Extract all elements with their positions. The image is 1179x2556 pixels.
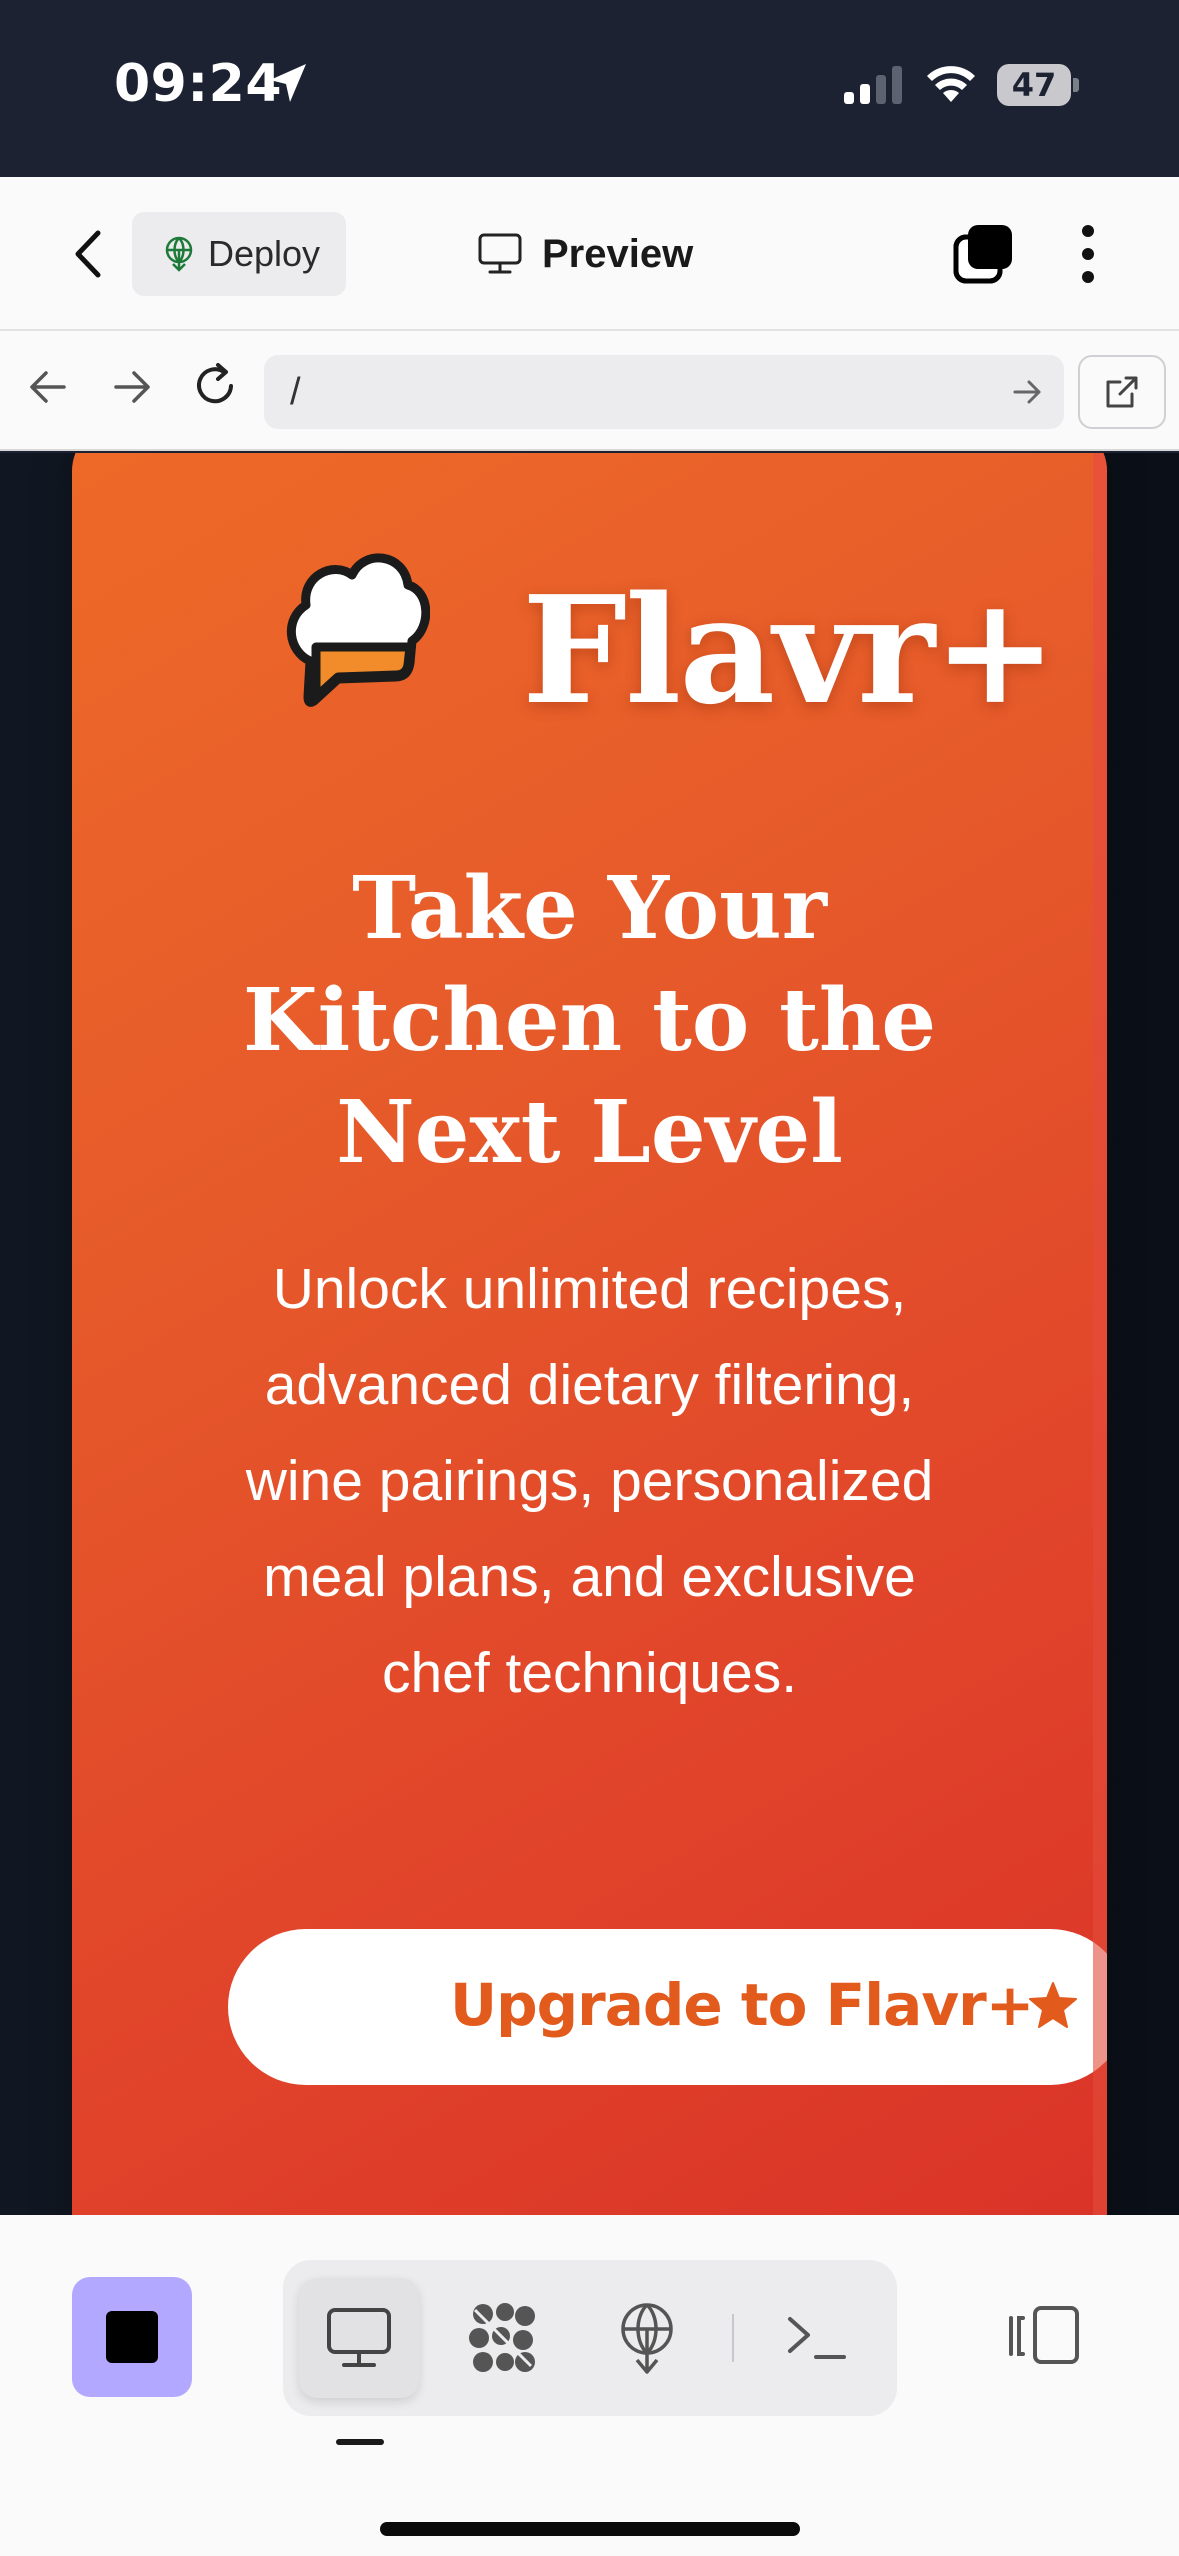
desktop-preview-icon bbox=[327, 2308, 391, 2367]
workflow-tool[interactable] bbox=[443, 2278, 563, 2398]
terminal-icon bbox=[788, 2317, 846, 2359]
battery-level: 47 bbox=[1011, 66, 1057, 104]
external-link-icon bbox=[1106, 376, 1138, 408]
status-bar: 09:24 47 bbox=[0, 0, 1179, 177]
preview-tab[interactable]: Preview bbox=[478, 217, 693, 291]
deploy-icon bbox=[621, 2303, 673, 2374]
active-tab-indicator bbox=[336, 2439, 384, 2445]
kebab-menu-icon[interactable] bbox=[1070, 223, 1106, 285]
battery-icon: 47 bbox=[997, 64, 1079, 106]
url-input[interactable]: / bbox=[264, 355, 1064, 429]
home-indicator[interactable] bbox=[380, 2522, 800, 2536]
location-arrow-icon bbox=[270, 64, 306, 102]
arrow-right-icon[interactable] bbox=[110, 365, 154, 409]
status-time: 09:24 bbox=[114, 54, 283, 114]
panel-toggle-icon bbox=[1009, 2306, 1079, 2364]
deploy-label: Deploy bbox=[208, 233, 321, 274]
toolbar-divider bbox=[732, 2314, 734, 2362]
deploy-button[interactable]: Deploy bbox=[132, 212, 346, 296]
preview-area: Flavr+ Take Your Kitchen to the Next Lev… bbox=[0, 453, 1179, 2215]
deploy-globe-icon bbox=[165, 236, 193, 272]
back-button[interactable] bbox=[58, 221, 118, 287]
upgrade-label: Upgrade to Flavr+ bbox=[450, 1971, 1034, 2039]
promo-description: Unlock unlimited recipes, advanced dieta… bbox=[245, 1257, 934, 1705]
url-bar: / bbox=[0, 331, 1179, 451]
stop-icon bbox=[106, 2311, 158, 2363]
preview-label: Preview bbox=[542, 231, 694, 276]
arrow-left-icon[interactable] bbox=[26, 365, 70, 409]
terminal-tool[interactable] bbox=[757, 2278, 877, 2398]
monitor-icon bbox=[478, 233, 522, 274]
workflow-icon bbox=[469, 2303, 535, 2372]
headline-line-2: Kitchen to the bbox=[242, 970, 937, 1071]
star-icon bbox=[1029, 1982, 1077, 2028]
bottom-toolbar bbox=[0, 2215, 1179, 2556]
promo-card: Flavr+ Take Your Kitchen to the Next Lev… bbox=[72, 453, 1107, 2215]
open-external-button[interactable] bbox=[1078, 355, 1166, 429]
promo-headline: Take Your Kitchen to the Next Level bbox=[72, 853, 1107, 1189]
upgrade-button[interactable]: Upgrade to Flavr+ bbox=[228, 1929, 1107, 2085]
brand-name: Flavr+ bbox=[522, 563, 1057, 737]
tool-group bbox=[283, 2260, 897, 2416]
windows-icon[interactable] bbox=[952, 223, 1014, 285]
wifi-icon bbox=[927, 66, 975, 102]
deploy-tool[interactable] bbox=[587, 2278, 707, 2398]
chevron-left-icon bbox=[75, 230, 101, 278]
url-path: / bbox=[290, 371, 301, 413]
headline-line-3: Next Level bbox=[336, 1082, 843, 1183]
go-arrow-icon[interactable] bbox=[1012, 377, 1042, 407]
chef-hat-icon bbox=[287, 553, 430, 707]
headline-line-1: Take Your bbox=[352, 858, 827, 959]
app-header: Deploy Preview bbox=[0, 177, 1179, 331]
signal-icon bbox=[844, 66, 902, 104]
reload-icon[interactable] bbox=[190, 361, 240, 411]
stop-button[interactable] bbox=[72, 2277, 192, 2397]
panel-toggle-button[interactable] bbox=[1000, 2285, 1090, 2385]
desktop-preview-tool[interactable] bbox=[299, 2278, 419, 2398]
